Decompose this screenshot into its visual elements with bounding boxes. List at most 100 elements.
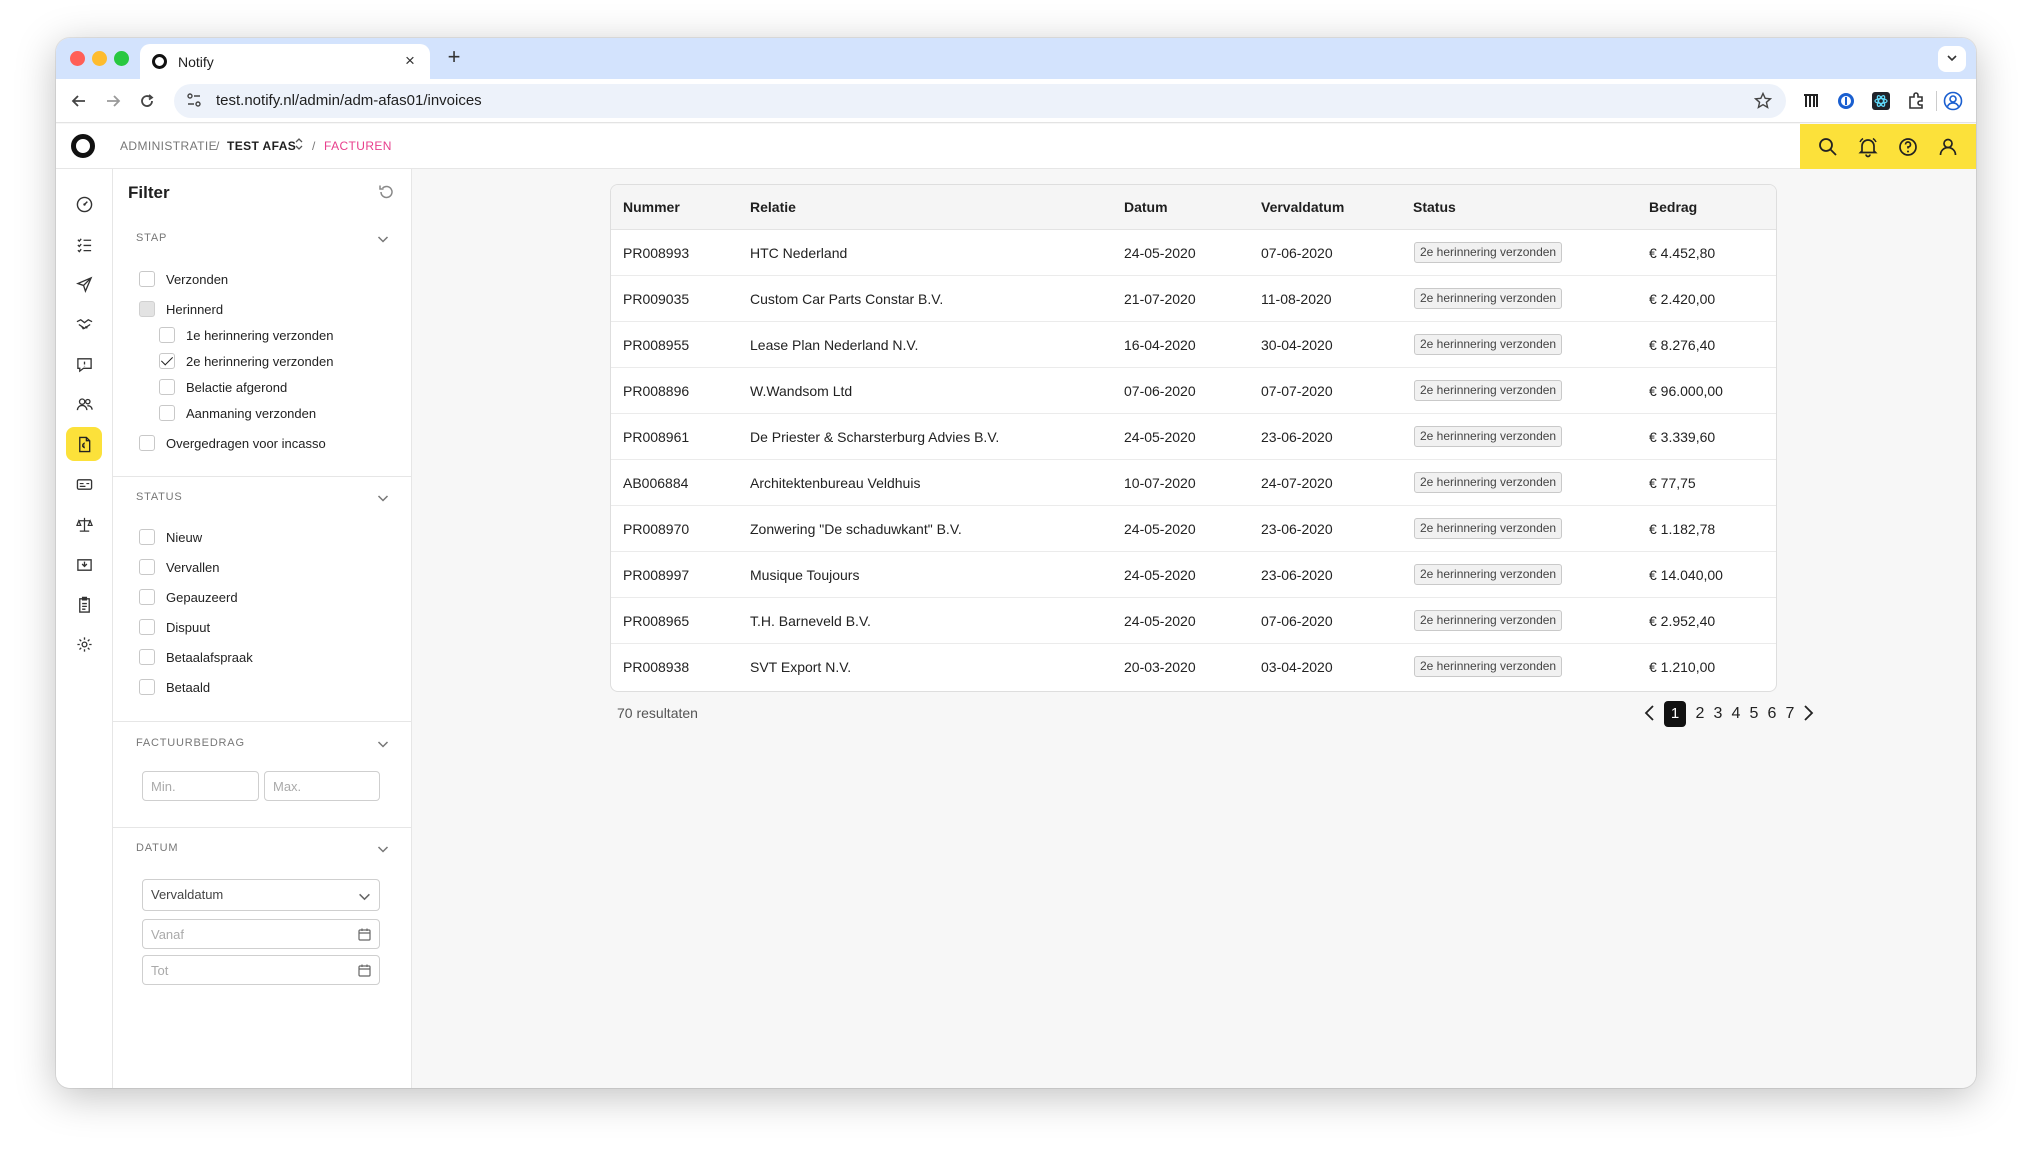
maximize-window-button[interactable] — [114, 51, 129, 66]
notify-favicon-icon — [152, 54, 167, 69]
help-icon[interactable] — [1897, 136, 1919, 158]
calendar-icon[interactable] — [358, 928, 371, 941]
browser-tab[interactable]: Notify × — [140, 44, 430, 79]
previous-page-icon[interactable] — [1642, 703, 1658, 723]
cell-nummer: PR008961 — [623, 429, 690, 445]
tab-title: Notify — [178, 54, 214, 70]
column-header-nummer[interactable]: Nummer — [623, 199, 680, 215]
tab-search-button[interactable] — [1938, 46, 1966, 72]
calendar-icon[interactable] — [358, 964, 371, 977]
column-header-datum[interactable]: Datum — [1124, 199, 1168, 215]
nav-relations[interactable] — [66, 387, 102, 421]
chevron-down-icon[interactable] — [377, 233, 389, 245]
checkbox[interactable] — [139, 679, 155, 695]
page-2-button[interactable]: 2 — [1691, 701, 1709, 727]
section-divider — [113, 721, 412, 722]
checkbox[interactable] — [139, 301, 155, 317]
chevron-down-icon — [1947, 55, 1957, 62]
nav-invoices[interactable] — [66, 427, 102, 461]
column-header-status[interactable]: Status — [1413, 199, 1456, 215]
table-row[interactable]: PR008970 Zonwering "De schaduwkant" B.V. 2… — [611, 506, 1776, 552]
extensions-puzzle-icon[interactable] — [1906, 91, 1926, 111]
page-5-button[interactable]: 5 — [1745, 701, 1763, 727]
minimize-window-button[interactable] — [92, 51, 107, 66]
checkbox[interactable] — [139, 649, 155, 665]
password-manager-icon[interactable] — [1836, 91, 1856, 111]
chevron-down-icon[interactable] — [377, 492, 389, 504]
checkbox[interactable] — [139, 271, 155, 287]
forward-button[interactable] — [100, 88, 126, 114]
new-tab-button[interactable]: + — [440, 44, 468, 70]
notifications-bell-icon[interactable] — [1857, 136, 1879, 158]
checkbox[interactable] — [159, 353, 175, 369]
search-icon[interactable] — [1817, 136, 1839, 158]
cell-relatie: Custom Car Parts Constar B.V. — [750, 291, 944, 307]
checkbox-label: Gepauzeerd — [166, 590, 238, 605]
column-header-bedrag[interactable]: Bedrag — [1649, 199, 1697, 215]
checkbox[interactable] — [139, 529, 155, 545]
status-badge: 2e herinnering verzonden — [1414, 334, 1563, 355]
checkbox[interactable] — [139, 589, 155, 605]
table-row[interactable]: PR009035 Custom Car Parts Constar B.V. 21-… — [611, 276, 1776, 322]
breadcrumb-separator: / — [312, 139, 316, 153]
user-account-icon[interactable] — [1937, 136, 1959, 158]
table-row[interactable]: PR008955 Lease Plan Nederland N.V. 16-04-2… — [611, 322, 1776, 368]
bookmark-star-icon[interactable] — [1754, 92, 1772, 110]
next-page-icon[interactable] — [1800, 703, 1816, 723]
nav-dashboard[interactable] — [66, 187, 102, 221]
notify-logo-icon[interactable] — [71, 134, 95, 158]
nav-agreements[interactable] — [66, 307, 102, 341]
page-3-button[interactable]: 3 — [1709, 701, 1727, 727]
status-badge: 2e herinnering verzonden — [1414, 380, 1563, 401]
cell-datum: 24-05-2020 — [1124, 245, 1196, 261]
react-devtools-icon[interactable] — [1871, 91, 1891, 111]
column-header-vervaldatum[interactable]: Vervaldatum — [1261, 199, 1344, 215]
column-header-relatie[interactable]: Relatie — [750, 199, 796, 215]
checkbox[interactable] — [139, 559, 155, 575]
table-row[interactable]: PR008997 Musique Toujours 24-05-2020 23-06-… — [611, 552, 1776, 598]
date-to-input[interactable]: Tot — [142, 955, 380, 985]
amount-min-input[interactable]: Min. — [142, 771, 259, 801]
table-row[interactable]: PR008938 SVT Export N.V. 20-03-2020 03-04-2… — [611, 644, 1776, 690]
table-row[interactable]: PR008961 De Priester & Scharsterburg Advi… — [611, 414, 1776, 460]
nav-inbox[interactable] — [66, 547, 102, 581]
nav-payments[interactable] — [66, 467, 102, 501]
table-row[interactable]: PR008993 HTC Nederland 24-05-2020 07-06-202… — [611, 230, 1776, 276]
cell-vervaldatum: 23-06-2020 — [1261, 567, 1333, 583]
nav-reports[interactable] — [66, 587, 102, 621]
checkbox[interactable] — [159, 405, 175, 421]
address-bar[interactable]: test.notify.nl/admin/adm-afas01/invoices — [174, 84, 1786, 118]
checkbox[interactable] — [139, 619, 155, 635]
breadcrumb-administratie[interactable]: ADMINISTRATIE — [120, 139, 217, 153]
close-window-button[interactable] — [70, 51, 85, 66]
nav-messages[interactable] — [66, 347, 102, 381]
extension-tags-icon[interactable] — [1801, 91, 1821, 111]
table-row[interactable]: AB006884 Architektenbureau Veldhuis 10-07-… — [611, 460, 1776, 506]
breadcrumb-test-afas[interactable]: TEST AFAS — [227, 139, 296, 153]
table-row[interactable]: PR008965 T.H. Barneveld B.V. 24-05-2020 07-… — [611, 598, 1776, 644]
checkbox[interactable] — [159, 379, 175, 395]
page-7-button[interactable]: 7 — [1781, 701, 1799, 727]
site-info-icon[interactable] — [186, 92, 202, 108]
nav-send[interactable] — [66, 267, 102, 301]
reload-button[interactable] — [134, 88, 160, 114]
date-from-input[interactable]: Vanaf — [142, 919, 380, 949]
date-type-select[interactable]: Vervaldatum — [142, 879, 380, 911]
page-4-button[interactable]: 4 — [1727, 701, 1745, 727]
chevron-down-icon[interactable] — [377, 843, 389, 855]
checkbox[interactable] — [159, 327, 175, 343]
checkbox[interactable] — [139, 435, 155, 451]
nav-settings[interactable] — [66, 627, 102, 661]
back-button[interactable] — [66, 88, 92, 114]
nav-tasks[interactable] — [66, 227, 102, 261]
table-row[interactable]: PR008896 W.Wandsom Ltd 07-06-2020 07-07-202… — [611, 368, 1776, 414]
page-6-button[interactable]: 6 — [1763, 701, 1781, 727]
tab-close-button[interactable]: × — [400, 51, 420, 71]
nav-legal[interactable] — [66, 507, 102, 541]
reset-filters-icon[interactable] — [377, 183, 395, 201]
switch-administration-icon[interactable] — [295, 137, 303, 151]
page-1-button[interactable]: 1 — [1664, 701, 1686, 727]
amount-max-input[interactable]: Max. — [264, 771, 380, 801]
profile-icon[interactable] — [1943, 91, 1963, 111]
chevron-down-icon[interactable] — [377, 738, 389, 750]
